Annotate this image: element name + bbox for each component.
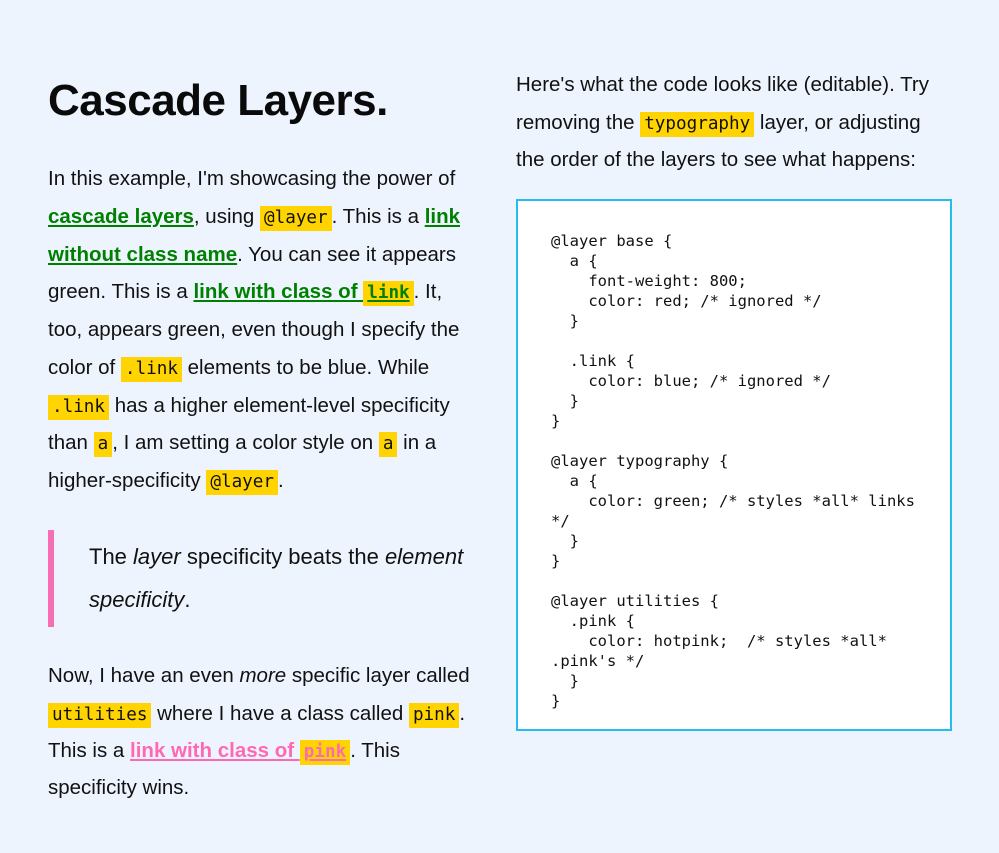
intro-text-10: . [278,468,284,492]
outro-emphasis-more: more [239,664,287,688]
intro-text-1: In this example, I'm showcasing the powe… [48,167,456,191]
outro-text-3: where I have a class called [151,701,409,725]
inline-code-atlayer-1: @layer [260,205,332,231]
intro-text-8: , I am setting a color style on [112,431,379,455]
right-column: Here's what the code looks like (editabl… [516,66,952,731]
link-label: link with class of [193,280,364,304]
link-with-class-of-pink[interactable]: link with class of pink [130,739,351,766]
intro-text-3: . This is a [331,204,425,228]
inline-code-dotlink-2: .link [48,394,110,420]
outro-paragraph: Now, I have an even more specific layer … [48,657,478,806]
inline-code-atlayer-2: @layer [206,469,278,495]
quote-emphasis-layer: layer [133,543,181,569]
page-title: Cascade Layers. [48,76,388,125]
outro-text-1: Now, I have an even [48,664,240,688]
link-cascade-layers[interactable]: cascade layers [48,205,194,228]
intro-paragraph: In this example, I'm showcasing the powe… [48,160,478,499]
inline-code-a-1: a [93,432,113,458]
inline-code-utilities: utilities [48,702,152,728]
code-editor-panel[interactable]: @layer base { a { font-weight: 800; colo… [516,199,952,731]
quote-text-3: . [184,586,191,612]
inline-code-typography: typography [640,111,755,137]
link-with-class-of-link[interactable]: link with class of link [193,280,414,307]
pull-quote: The layer specificity beats the element … [48,529,478,628]
intro-text-6: elements to be blue. While [181,355,430,379]
inline-code-pink-2: pink [299,740,351,766]
page-root: Cascade Layers. In this example, I'm sho… [0,0,999,853]
outro-text-2: specific layer called [286,664,470,688]
quote-text-2: specificity beats the [180,543,385,569]
code-intro-paragraph: Here's what the code looks like (editabl… [516,66,952,179]
left-column: Cascade Layers. In this example, I'm sho… [48,76,478,829]
quote-text-1: The [89,543,134,569]
link-label: link with class of [130,739,300,763]
code-editor-content[interactable]: @layer base { a { font-weight: 800; colo… [518,201,950,729]
inline-code-dotlink-1: .link [120,356,182,382]
inline-code-a-2: a [378,432,398,458]
inline-code-link: link [363,281,414,307]
intro-text-2: , using [193,204,261,228]
inline-code-pink-1: pink [408,702,460,728]
